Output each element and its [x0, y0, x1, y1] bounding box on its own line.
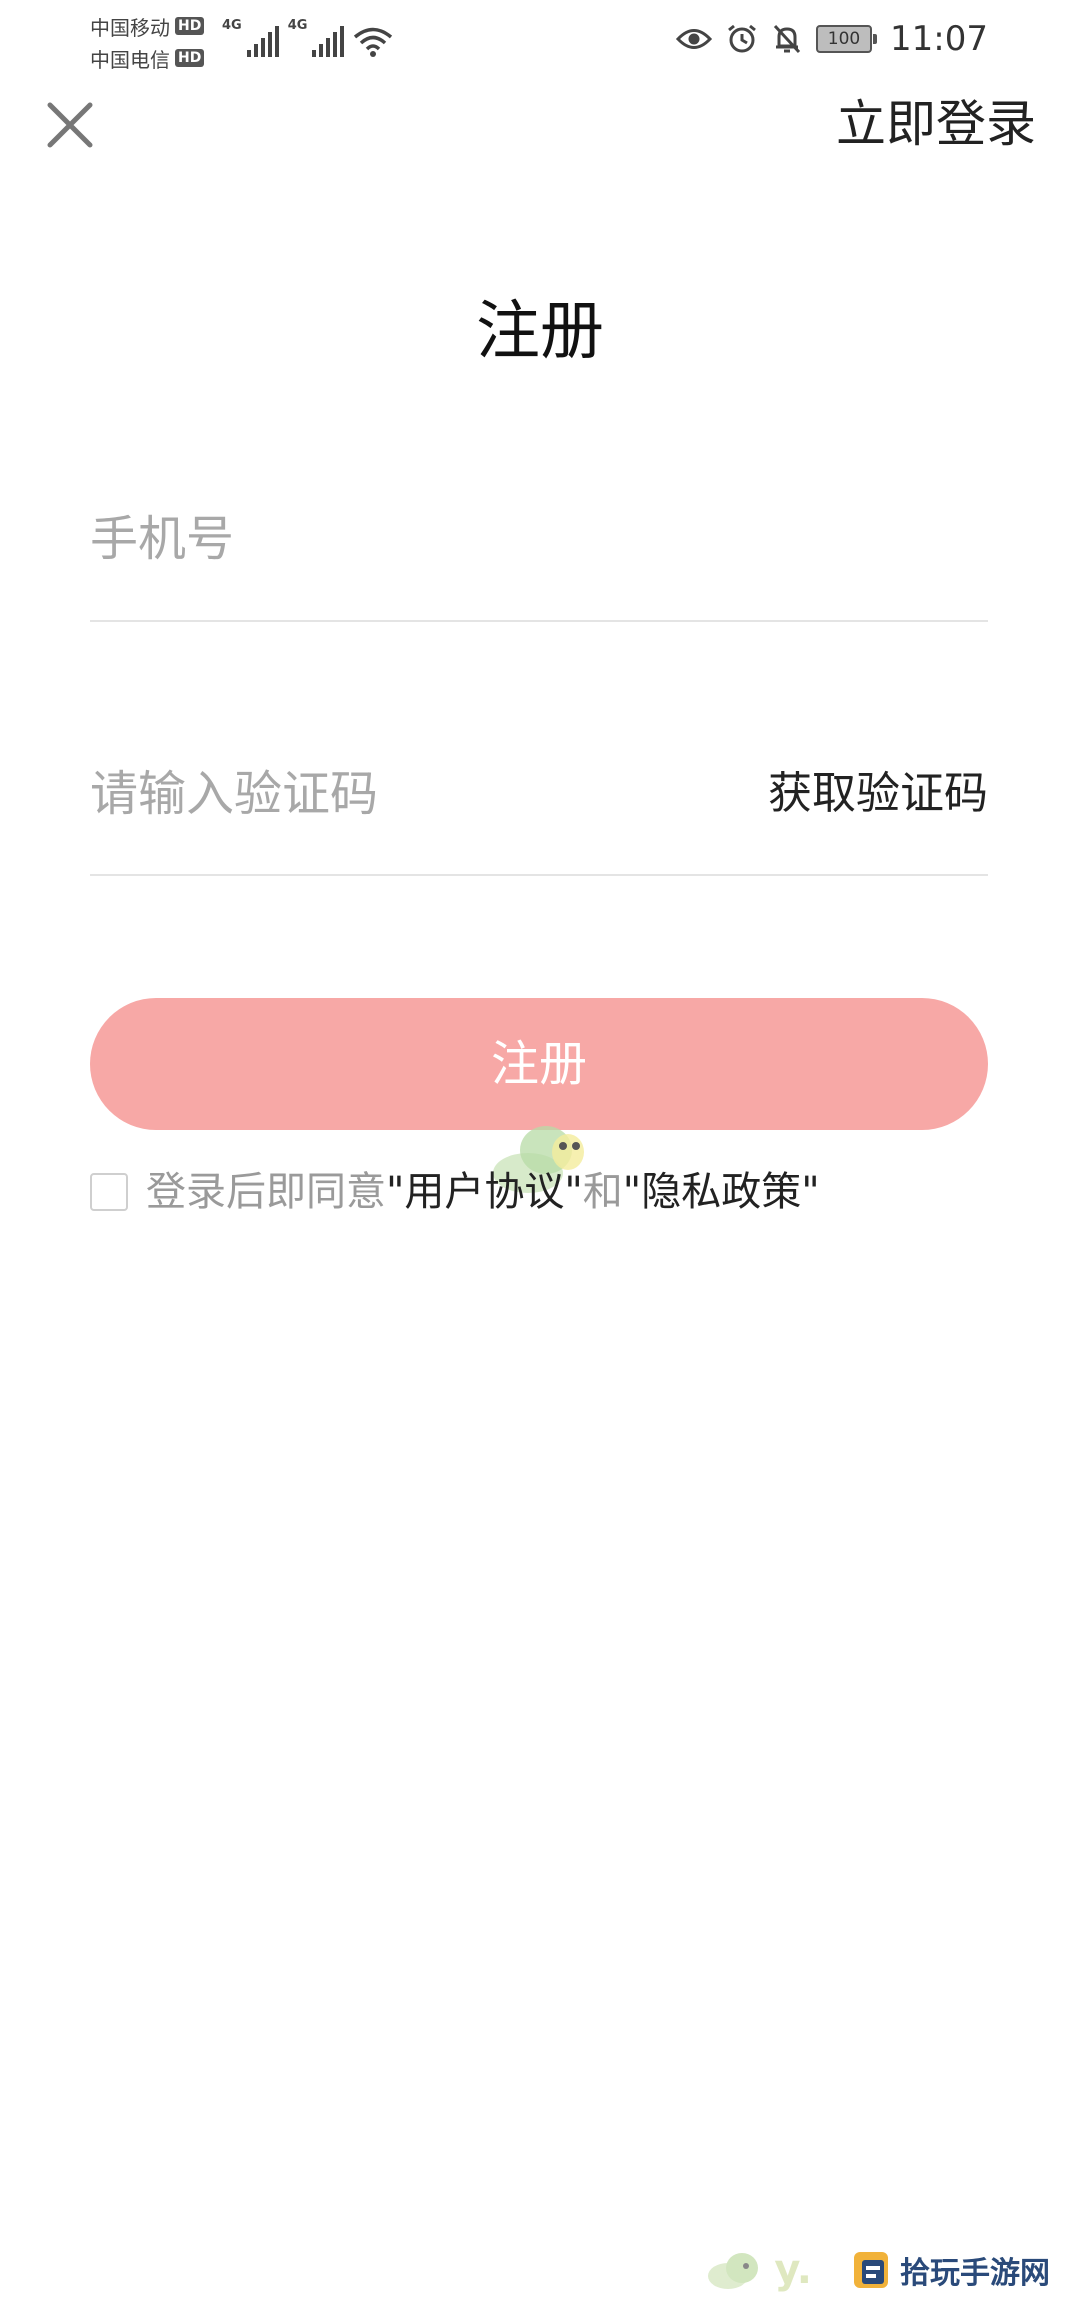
- bell-muted-icon: [773, 24, 801, 54]
- agreement-and: 和: [582, 1169, 623, 1215]
- carrier-line-2: 中国电信 HD: [90, 42, 220, 74]
- signal-icon: [246, 26, 279, 57]
- site-logo-icon: [854, 2252, 888, 2288]
- site-watermark: y. 拾玩手游网: [704, 2240, 1050, 2300]
- network-type: 4G: [222, 18, 242, 33]
- signal-icon: [312, 26, 345, 57]
- close-button[interactable]: [40, 95, 100, 155]
- wifi-icon: [354, 27, 393, 57]
- watermark-text: 拾玩手游网: [900, 2256, 1050, 2291]
- network-type: 4G: [287, 18, 308, 33]
- status-right: 100 11:07: [676, 16, 988, 62]
- phone-field-container: [90, 487, 988, 622]
- agreement-row: 登录后即同意 "用户协议" 和 "隐私政策": [90, 1164, 820, 1220]
- hd-badge: HD: [175, 49, 205, 67]
- signal-group: 4G 4G: [222, 18, 393, 58]
- phone-input[interactable]: [90, 499, 690, 579]
- watermark-letter-icon: y.: [774, 2247, 812, 2293]
- carrier-name-1: 中国移动: [90, 15, 170, 40]
- agreement-prefix: 登录后即同意: [146, 1169, 386, 1215]
- privacy-policy-link[interactable]: "隐私政策": [623, 1164, 820, 1220]
- hd-badge: HD: [175, 17, 205, 35]
- login-button[interactable]: 立即登录: [836, 90, 1036, 158]
- status-bar: 中国移动 HD 中国电信 HD 4G 4G 100 11:07: [0, 0, 1080, 78]
- page-title: 注册: [476, 295, 604, 369]
- cloud-watermark-icon: [708, 2253, 759, 2289]
- clock: 11:07: [890, 19, 988, 59]
- agreement-checkbox[interactable]: [90, 1173, 128, 1211]
- carrier-info: 中国移动 HD 中国电信 HD: [90, 10, 220, 74]
- carrier-line-1: 中国移动 HD: [90, 10, 220, 42]
- verification-code-input[interactable]: [90, 754, 610, 834]
- eye-icon: [676, 29, 713, 49]
- carrier-name-2: 中国电信: [90, 47, 170, 72]
- alarm-icon: [728, 24, 756, 53]
- user-agreement-link[interactable]: "用户协议": [386, 1164, 583, 1220]
- battery-icon: 100: [816, 25, 878, 53]
- code-field-container: 获取验证码: [90, 742, 988, 876]
- register-button[interactable]: 注册: [90, 998, 988, 1130]
- close-icon: [47, 102, 93, 148]
- get-code-button[interactable]: 获取验证码: [768, 766, 988, 822]
